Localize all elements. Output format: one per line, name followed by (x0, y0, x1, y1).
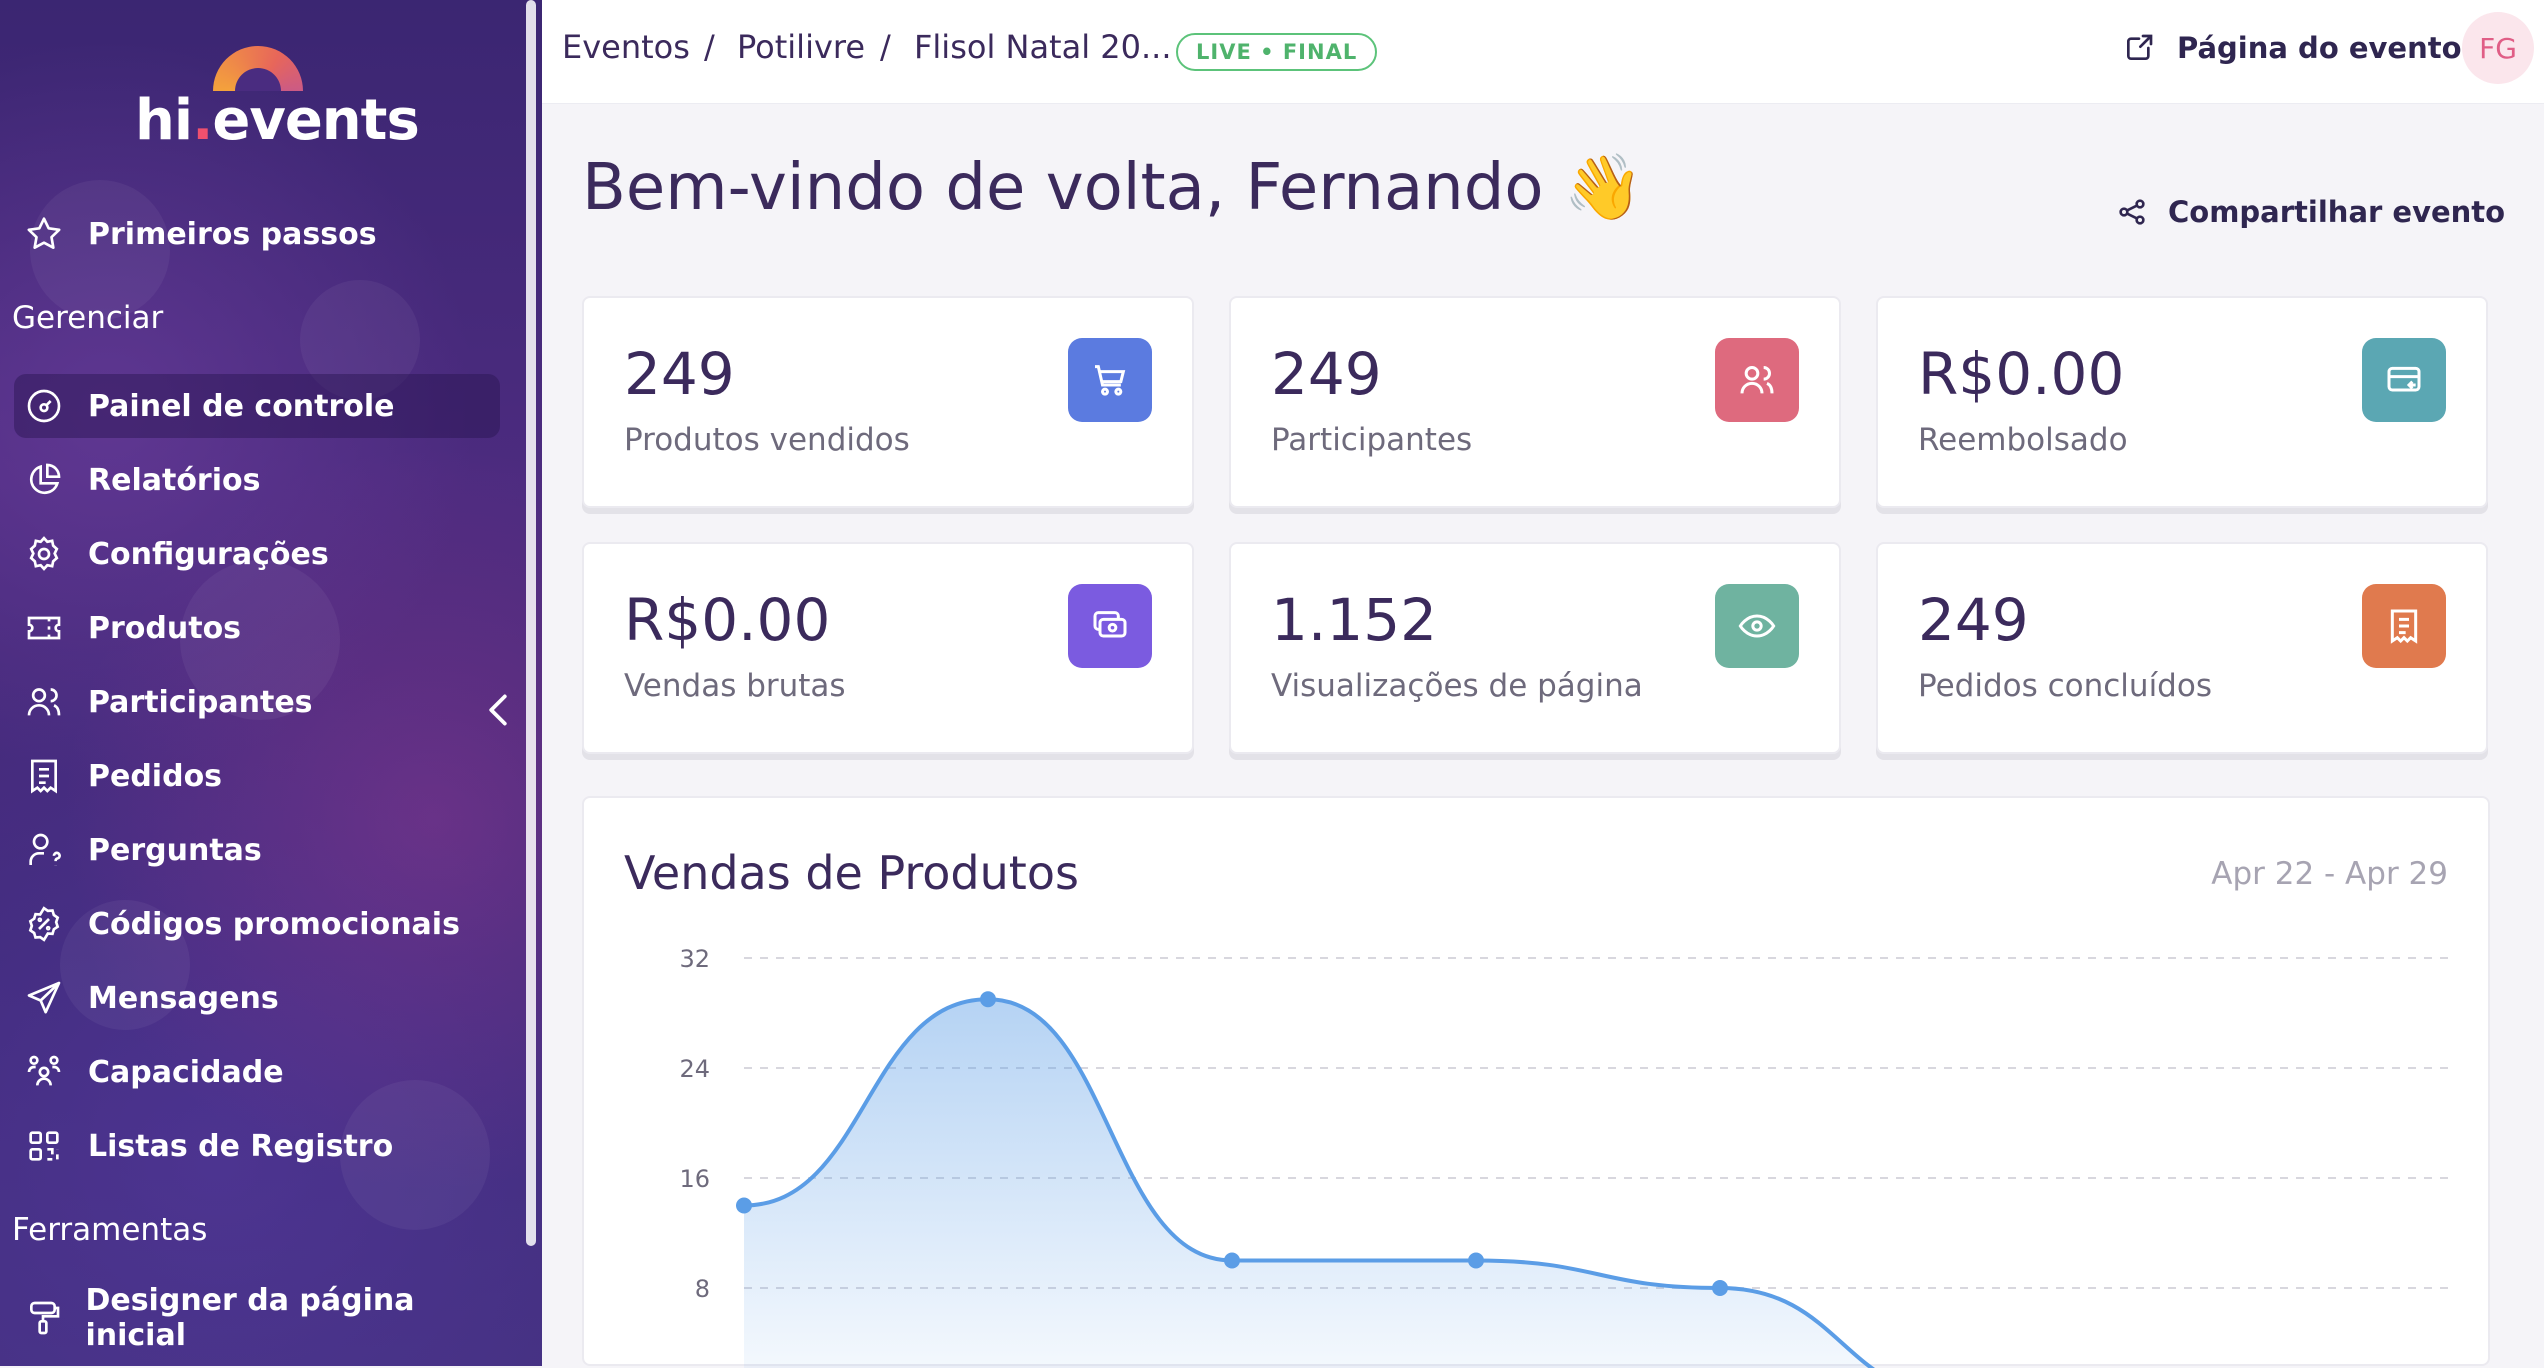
send-icon (22, 976, 66, 1020)
users-icon (22, 680, 66, 724)
breadcrumb-events[interactable]: Eventos (562, 28, 690, 66)
external-link-icon (2123, 32, 2155, 64)
stat-label: Produtos vendidos (624, 422, 910, 458)
sidebar-item-messages[interactable]: Mensagens (14, 966, 500, 1030)
product-sales-chart: 8 16 24 32 (679, 945, 2450, 1368)
data-point[interactable] (1224, 1252, 1240, 1269)
sidebar-item-settings[interactable]: Configurações (14, 522, 500, 586)
stat-label: Visualizações de página (1271, 668, 1643, 704)
sidebar-item-getting-started[interactable]: Primeiros passos (14, 202, 500, 266)
page-title: Bem-vindo de volta, Fernando 👋 (582, 151, 1644, 225)
users-icon (1715, 338, 1799, 422)
breadcrumb-event[interactable]: Flisol Natal 20... (914, 28, 1172, 66)
receipt-icon (22, 754, 66, 798)
sidebar-item-homepage-designer[interactable]: Designer da página inicial (14, 1283, 500, 1353)
sidebar-item-label: Listas de Registro (88, 1128, 394, 1164)
sidebar-item-label: Mensagens (88, 980, 279, 1016)
sidebar-item-checkin-lists[interactable]: Listas de Registro (14, 1114, 500, 1178)
stat-card-refunded: R$0.00 Reembolsado (1876, 296, 2488, 508)
eye-icon (1715, 584, 1799, 668)
sidebar-item-label: Capacidade (88, 1054, 284, 1090)
sidebar-item-label: Perguntas (88, 832, 262, 868)
stat-value: 249 (1918, 586, 2029, 654)
stat-value: R$0.00 (624, 586, 831, 654)
cart-icon (1068, 338, 1152, 422)
pie-chart-icon (22, 458, 66, 502)
y-tick-label: 16 (679, 1165, 710, 1193)
sidebar-item-label: Painel de controle (88, 388, 395, 424)
stat-label: Participantes (1271, 422, 1473, 458)
discount-icon (22, 902, 66, 946)
logo[interactable]: hi.events (135, 46, 420, 156)
user-question-icon (22, 828, 66, 872)
share-icon (2116, 196, 2148, 228)
sidebar-item-label: Pedidos (88, 758, 223, 794)
sidebar-item-label: Relatórios (88, 462, 261, 498)
logo-arc-icon (213, 46, 303, 91)
qr-code-icon (22, 1124, 66, 1168)
share-event-button[interactable]: Compartilhar evento (2116, 192, 2505, 232)
stat-value: 249 (1271, 340, 1382, 408)
sidebar-section-tools: Ferramentas (12, 1212, 208, 1248)
y-tick-label: 8 (695, 1275, 710, 1303)
sidebar-item-label: Designer da página inicial (85, 1283, 415, 1353)
sidebar-scrollbar[interactable] (526, 0, 536, 1246)
gear-icon (22, 532, 66, 576)
stat-card-page-views: 1.152 Visualizações de página (1229, 542, 1841, 754)
star-icon (22, 212, 66, 256)
paint-roller-icon (22, 1296, 63, 1340)
sidebar-item-products[interactable]: Produtos (14, 596, 500, 660)
sales-area (744, 999, 1872, 1368)
stat-value: 249 (624, 340, 735, 408)
share-event-label: Compartilhar evento (2168, 195, 2506, 229)
users-group-icon (22, 1050, 66, 1094)
topbar: Eventos / Potilivre / Flisol Natal 20...… (542, 0, 2544, 104)
sidebar-item-reports[interactable]: Relatórios (14, 448, 500, 512)
sidebar-section-manage: Gerenciar (12, 300, 164, 336)
stat-card-completed-orders: 249 Pedidos concluídos (1876, 542, 2488, 754)
event-page-link[interactable]: Página do evento (2123, 26, 2462, 70)
product-sales-chart-card: Vendas de Produtos Apr 22 - Apr 29 8 16 24… (582, 796, 2490, 1368)
sidebar-item-label: Primeiros passos (88, 216, 377, 252)
y-tick-label: 32 (679, 945, 710, 973)
stat-value: 1.152 (1271, 586, 1438, 654)
receipt-icon (2362, 584, 2446, 668)
sidebar-item-questions[interactable]: Perguntas (14, 818, 500, 882)
data-point[interactable] (980, 991, 996, 1008)
sidebar-item-capacity[interactable]: Capacidade (14, 1040, 500, 1104)
sidebar-item-label: Códigos promocionais (88, 906, 460, 942)
breadcrumb-organizer[interactable]: Potilivre (737, 28, 865, 66)
sidebar-item-promo-codes[interactable]: Códigos promocionais (14, 892, 500, 956)
stat-card-gross-sales: R$0.00 Vendas brutas (582, 542, 1194, 754)
data-point[interactable] (1468, 1252, 1484, 1269)
breadcrumb-separator: / (880, 28, 891, 66)
avatar[interactable]: FG (2462, 12, 2534, 84)
sidebar: hi.events Primeiros passos Gerenciar Pai… (0, 0, 542, 1366)
sidebar-item-label: Produtos (88, 610, 242, 646)
cash-icon (1068, 584, 1152, 668)
refund-icon (2362, 338, 2446, 422)
sidebar-item-dashboard[interactable]: Painel de controle (14, 374, 500, 438)
stat-card-attendees: 249 Participantes (1229, 296, 1841, 508)
collapse-sidebar-button[interactable] (480, 690, 516, 730)
stat-label: Vendas brutas (624, 668, 846, 704)
sidebar-item-label: Configurações (88, 536, 329, 572)
breadcrumb-separator: / (704, 28, 715, 66)
data-point[interactable] (1712, 1280, 1728, 1296)
stat-label: Pedidos concluídos (1918, 668, 2212, 704)
y-tick-label: 24 (679, 1055, 710, 1083)
sidebar-item-label: Participantes (88, 684, 313, 720)
sidebar-item-attendees[interactable]: Participantes (14, 670, 500, 734)
stat-label: Reembolsado (1918, 422, 2128, 458)
event-page-link-label: Página do evento (2177, 31, 2462, 65)
logo-text: hi.events (135, 88, 420, 153)
ticket-icon (22, 606, 66, 650)
data-point[interactable] (736, 1197, 752, 1214)
status-badge: LIVE • FINAL (1176, 33, 1378, 71)
stat-card-products-sold: 249 Produtos vendidos (582, 296, 1194, 508)
stat-value: R$0.00 (1918, 340, 2125, 408)
gauge-icon (22, 384, 66, 428)
sidebar-item-orders[interactable]: Pedidos (14, 744, 500, 808)
chevron-left-icon (489, 694, 507, 726)
